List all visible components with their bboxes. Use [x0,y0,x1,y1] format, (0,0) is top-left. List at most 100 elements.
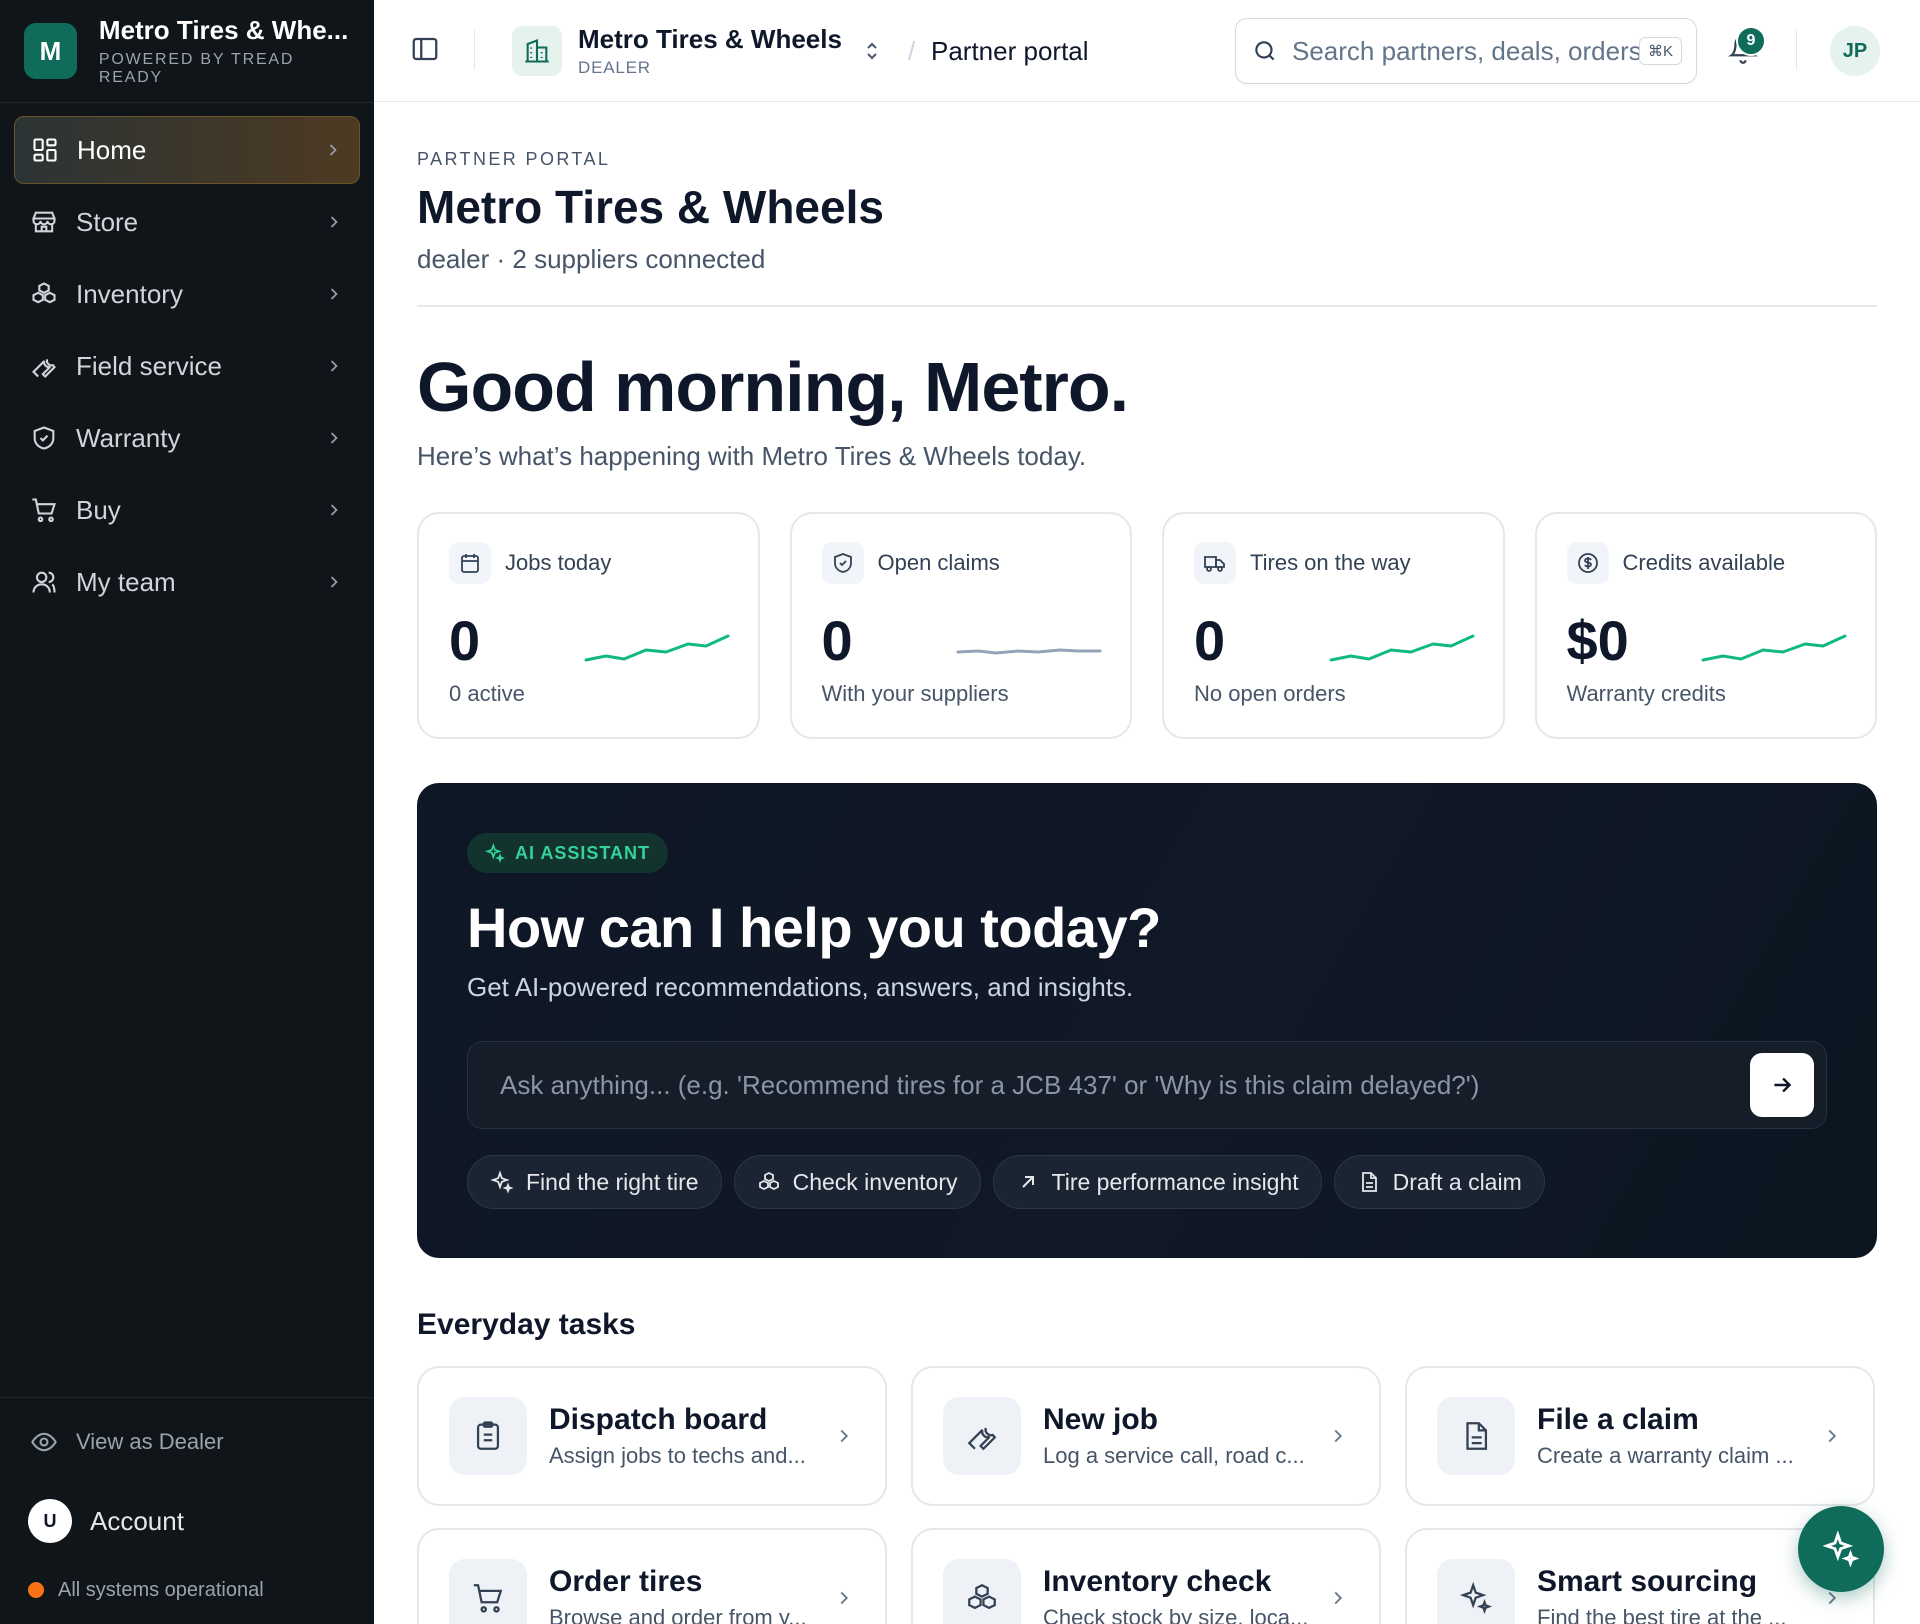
everyday-tasks-grid: Dispatch board Assign jobs to techs and.… [417,1366,1877,1624]
chevron-right-icon [1821,1425,1843,1447]
breadcrumb-current: Partner portal [931,36,1089,66]
search-icon [1255,41,1275,61]
org-name: Metro Tires & Wheels [578,24,842,54]
org-switcher[interactable]: Metro Tires & Wheels DEALER [512,24,884,78]
sidebar-item-inventory[interactable]: Inventory [14,260,360,328]
brand[interactable]: M Metro Tires & Whe... POWERED BY TREAD … [0,0,374,103]
chevron-right-icon [833,1425,855,1447]
sidebar-item-my-team[interactable]: My team [14,548,360,616]
grid-icon [31,136,59,164]
divider [474,30,475,70]
chevron-right-icon [1327,1425,1349,1447]
page-subtitle: dealer · 2 suppliers connected [417,244,766,274]
task-file-a-claim[interactable]: File a claim Create a warranty claim ... [1405,1366,1875,1506]
task-order-tires[interactable]: Order tires Browse and order from y... [417,1528,887,1624]
stat-caption: Warranty credits [1566,681,1726,706]
task-dispatch-board[interactable]: Dispatch board Assign jobs to techs and.… [417,1366,887,1506]
sidebar: M Metro Tires & Whe... POWERED BY TREAD … [0,0,374,1624]
suggestion-label: Find the right tire [526,1168,699,1195]
wrench-icon [943,1397,1021,1475]
search-bar[interactable]: ⌘K [1235,18,1697,84]
store-icon [30,208,58,236]
account-button[interactable]: U Account [0,1486,374,1556]
chevron-right-icon [324,572,344,592]
ai-send-button[interactable] [1750,1053,1814,1117]
notifications-count-badge: 9 [1736,26,1766,56]
suggestion-check-inventory[interactable]: Check inventory [733,1155,981,1209]
stat-label: Open claims [877,550,1000,575]
dollar-circle-icon [1566,542,1609,584]
brand-logo: M [24,23,77,79]
task-inventory-check[interactable]: Inventory check Check stock by size, loc… [911,1528,1381,1624]
stat-label: Credits available [1622,550,1786,575]
sparkles-icon [1437,1559,1515,1624]
sparkles-icon [490,1170,514,1194]
ai-assistant-panel: AI ASSISTANT How can I help you today? G… [417,783,1877,1258]
task-description: Browse and order from y... [549,1605,807,1624]
sidebar-item-label: Inventory [76,278,183,309]
sidebar-item-label: Home [77,134,147,165]
brand-name: Metro Tires & Whe... [98,15,349,45]
sidebar-item-warranty[interactable]: Warranty [14,404,360,472]
task-description: Find the best tire at the ... [1537,1605,1787,1624]
file-icon [1437,1397,1515,1475]
chevron-right-icon [833,1587,855,1609]
task-title: Inventory check [1043,1565,1272,1598]
boxes-icon [30,280,58,308]
users-icon [30,568,58,596]
org-type: DEALER [578,58,651,77]
sidebar-item-home[interactable]: Home [14,116,360,184]
suggestion-draft-a-claim[interactable]: Draft a claim [1333,1155,1545,1209]
task-description: Log a service call, road c... [1043,1443,1305,1468]
topbar: Metro Tires & Wheels DEALER / Partner po… [374,0,1920,102]
stat-card-credits-available[interactable]: Credits available $0 Warranty credits [1534,512,1877,739]
suggestion-find-the-right-tire[interactable]: Find the right tire [467,1155,722,1209]
sidebar-item-store[interactable]: Store [14,188,360,256]
clipboard-icon [449,1397,527,1475]
cart-icon [30,496,58,524]
stat-card-jobs-today[interactable]: Jobs today 0 0 active [417,512,760,739]
brand-tagline: POWERED BY TREAD READY [98,51,295,86]
chevron-right-icon [324,284,344,304]
system-status: All systems operational [0,1556,374,1624]
ai-subtitle: Get AI-powered recommendations, answers,… [467,972,1134,1002]
truck-icon [1194,542,1236,584]
cart-icon [449,1559,527,1624]
page-title: Metro Tires & Wheels [417,181,884,233]
ai-prompt-box [467,1041,1827,1129]
stat-caption: With your suppliers [821,681,1009,706]
sparkles-icon [1822,1530,1860,1568]
task-title: Dispatch board [549,1403,768,1436]
stats-row: Jobs today 0 0 active Open claims 0 With… [417,512,1877,739]
view-as-button[interactable]: View as Dealer [0,1398,374,1486]
file-icon [1361,1172,1377,1192]
ai-prompt-input[interactable] [500,1069,1750,1101]
sparkles-icon [485,843,505,863]
wrench-icon [30,352,58,380]
task-new-job[interactable]: New job Log a service call, road c... [911,1366,1381,1506]
task-title: File a claim [1537,1403,1699,1436]
ai-assistant-fab[interactable] [1798,1506,1884,1592]
stat-card-open-claims[interactable]: Open claims 0 With your suppliers [789,512,1132,739]
suggestion-tire-performance-insight[interactable]: Tire performance insight [992,1155,1322,1209]
search-input[interactable] [1292,35,1639,67]
search-shortcut: ⌘K [1638,37,1682,65]
task-description: Assign jobs to techs and... [549,1443,806,1468]
divider [1796,30,1797,70]
arrow-up-right-icon [1021,1176,1034,1188]
stat-caption: 0 active [449,681,525,706]
sidebar-item-field-service[interactable]: Field service [14,332,360,400]
user-avatar[interactable]: JP [1830,26,1880,76]
account-label: Account [90,1505,184,1536]
suggestion-label: Check inventory [792,1168,958,1195]
chevron-right-icon [324,212,344,232]
sidebar-item-buy[interactable]: Buy [14,476,360,544]
sidebar-toggle-icon[interactable] [410,34,442,66]
trend-sparkline [956,648,1102,655]
chevron-right-icon [323,140,343,160]
sidebar-item-label: Field service [76,350,222,381]
stat-label: Tires on the way [1250,550,1411,575]
breadcrumb-separator: / [908,36,916,66]
trend-sparkline [1329,634,1474,662]
stat-card-tires-on-the-way[interactable]: Tires on the way 0 No open orders [1162,512,1505,739]
